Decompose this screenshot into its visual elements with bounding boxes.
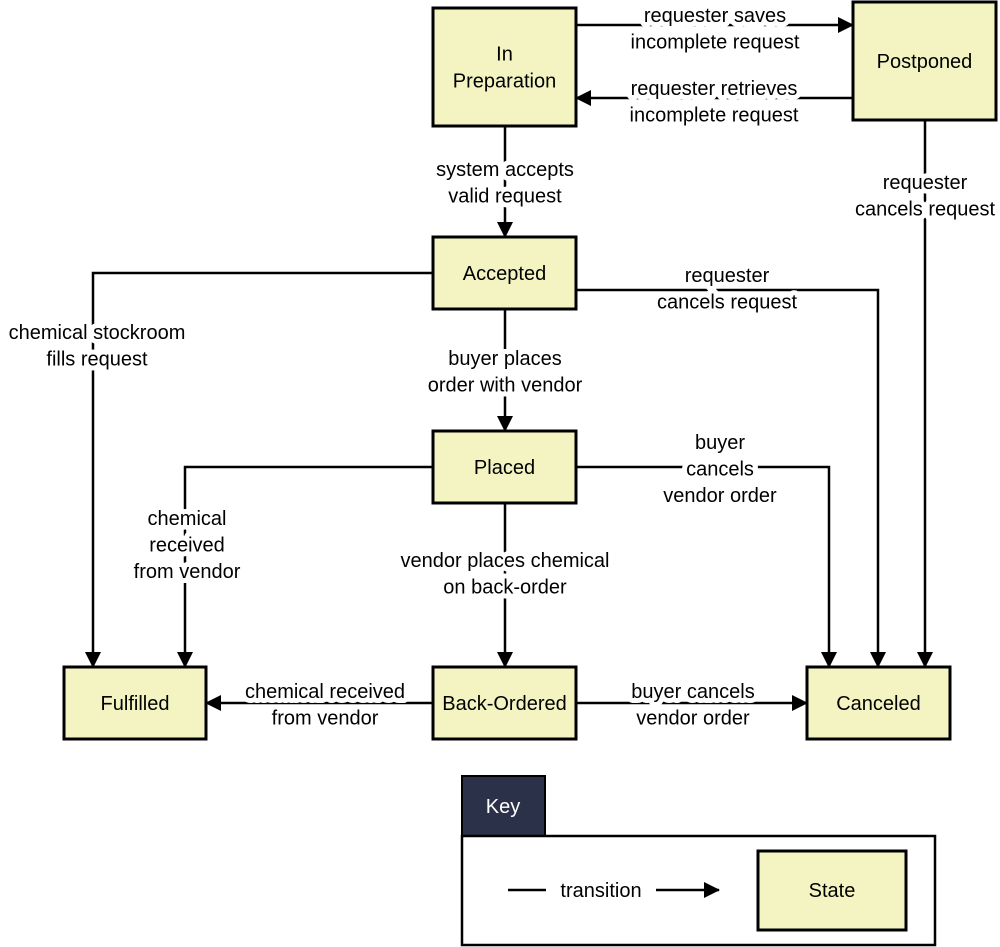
transition-postponed-to-in-preparation-label: requester retrieves incomplete request [630, 78, 799, 127]
key-title: Key [486, 796, 520, 818]
label-line: requester saves [644, 5, 786, 27]
label-line: buyer cancels [631, 681, 754, 703]
transition-back-ordered-to-fulfilled-label: chemical received from vendor [245, 681, 405, 730]
label-line: vendor order [663, 485, 777, 507]
label-line: requester [685, 265, 770, 287]
label-line: buyer places [448, 348, 561, 370]
state-canceled: Canceled [805, 665, 952, 741]
label-line: requester [883, 172, 968, 194]
state-label: Postponed [877, 51, 973, 73]
label-line: on back-order [443, 577, 567, 599]
state-label: Back-Ordered [442, 693, 567, 715]
label-line: from vendor [272, 708, 379, 730]
label-line: cancels [686, 459, 754, 481]
transition-accepted-to-fulfilled-label: chemical stockroom fills request [9, 322, 186, 371]
key-transition-label: transition [560, 880, 641, 902]
label-line: buyer [695, 432, 745, 454]
state-label: Accepted [463, 263, 546, 285]
transition-in-preparation-to-postponed-label: requester saves incomplete request [631, 5, 800, 54]
label-line: system accepts [436, 159, 574, 181]
state-label: Canceled [836, 693, 921, 715]
state-label: Preparation [453, 71, 556, 93]
state-placed: Placed [431, 429, 578, 505]
label-line: order with vendor [428, 375, 583, 397]
key-state-label: State [809, 880, 856, 902]
state-postponed: Postponed [851, 0, 998, 122]
state-label: Placed [474, 457, 535, 479]
label-line: cancels request [855, 199, 996, 221]
label-line: chemical stockroom [9, 322, 186, 344]
label-line: chemical received [245, 681, 405, 703]
label-line: requester retrieves [631, 78, 798, 100]
state-back-ordered: Back-Ordered [431, 665, 578, 741]
label-line: chemical [148, 508, 227, 530]
key-legend: Key transition State [460, 775, 937, 947]
label-line: fills request [46, 349, 148, 371]
label-line: vendor order [636, 708, 750, 730]
label-line: incomplete request [630, 105, 799, 127]
state-label: Fulfilled [101, 693, 170, 715]
state-accepted: Accepted [431, 235, 578, 311]
state-in-preparation: In Preparation [431, 6, 578, 128]
states: In Preparation Postponed Accepted Placed Fulf… [62, 0, 998, 741]
label-line: incomplete request [631, 32, 800, 54]
transition-placed-to-fulfilled-label: chemical received from vendor [134, 508, 241, 583]
state-fulfilled: Fulfilled [62, 665, 208, 741]
label-line: valid request [448, 186, 562, 208]
label-line: from vendor [134, 561, 241, 583]
label-line: vendor places chemical [401, 550, 610, 572]
transition-back-ordered-to-canceled-label: buyer cancels vendor order [631, 681, 754, 730]
label-line: received [149, 535, 225, 557]
state-label: In [496, 44, 513, 66]
label-line: cancels request [657, 292, 798, 314]
state-transition-diagram: requester saves incomplete requestrequest… [4, 0, 1000, 947]
transition-placed-to-canceled-label: buyer cancels vendor order [663, 432, 777, 507]
key-state-sample: State [756, 849, 908, 932]
